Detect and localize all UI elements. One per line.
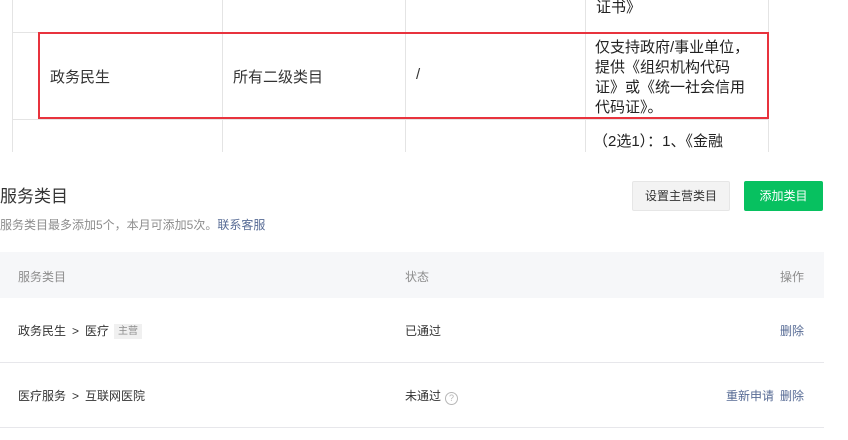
status-text: 未通过 [405, 389, 442, 403]
question-circle-icon[interactable]: ? [445, 392, 459, 405]
status-text: 已通过 [405, 324, 442, 338]
highlight-box [38, 32, 769, 119]
header-status: 状态 [405, 270, 430, 284]
add-category-button[interactable]: 添加类目 [744, 181, 823, 211]
set-main-category-button[interactable]: 设置主营类目 [632, 181, 730, 211]
requirement-fragment-top: 证书》 [596, 0, 642, 16]
table-divider [12, 119, 769, 120]
reapply-link[interactable]: 重新申请 [726, 389, 774, 403]
service-category-list: 服务类目 状态 操作 政务民生 > 医疗 主营 已通过 删除 医疗服务 > 互联网医院 未… [0, 252, 824, 428]
delete-link[interactable]: 删除 [780, 324, 804, 338]
section-description: 服务类目最多添加5个，本月可添加5次。联系客服 [0, 216, 265, 233]
path-separator: > [72, 389, 80, 403]
list-item: 政务民生 > 医疗 主营 已通过 删除 [0, 298, 824, 363]
main-category-tag: 主营 [114, 324, 143, 339]
row-actions: 删除 [780, 322, 804, 339]
category-path: 政务民生 > 医疗 主营 [18, 322, 143, 339]
category-requirements-table: 证书》 政务民生 所有二级类目 / 仅支持政府/事业单位， 提供《组织机构代码 … [0, 0, 848, 152]
header-category: 服务类目 [18, 270, 67, 284]
contact-support-link[interactable]: 联系客服 [217, 218, 265, 232]
table-divider [12, 0, 13, 152]
list-item: 医疗服务 > 互联网医院 未通过? 重新申请 删除 [0, 363, 824, 428]
row-actions: 重新申请 删除 [726, 387, 804, 404]
category-path: 医疗服务 > 互联网医院 [18, 387, 145, 404]
header-action: 操作 [779, 270, 804, 284]
category-level2: 互联网医院 [85, 389, 146, 403]
category-level1: 医疗服务 [18, 389, 67, 403]
requirement-fragment-bottom: （2选1）：1、《金融 [593, 133, 724, 150]
description-text: 服务类目最多添加5个，本月可添加5次。 [0, 218, 218, 232]
category-level2: 医疗 [85, 324, 110, 338]
path-separator: > [72, 324, 80, 338]
delete-link[interactable]: 删除 [780, 389, 804, 403]
list-header: 服务类目 状态 操作 [0, 252, 824, 298]
status-cell: 未通过? [405, 387, 459, 405]
section-title: 服务类目 [0, 187, 68, 206]
category-level1: 政务民生 [18, 324, 67, 338]
